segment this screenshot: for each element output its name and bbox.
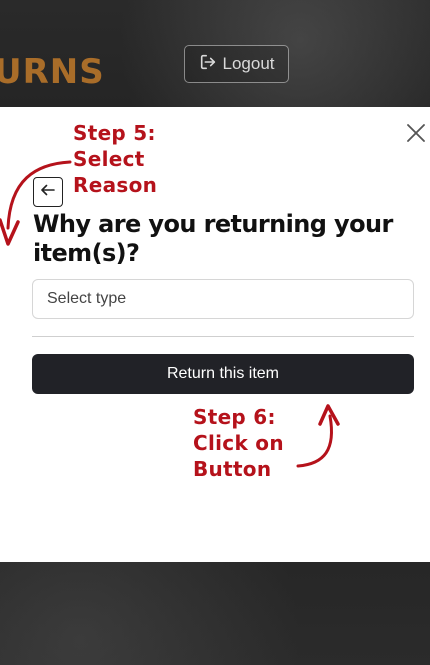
return-reason-select[interactable]: Select type [32,279,414,319]
divider [32,336,414,337]
annotation-step5: Step 5: Select Reason [73,121,158,197]
logout-icon [199,53,217,76]
select-placeholder: Select type [47,290,127,307]
logout-button[interactable]: Logout [184,45,289,83]
modal-heading: Why are you returning your item(s)? [33,210,393,267]
close-icon[interactable] [404,121,428,145]
annotation-step6: Step 6: Click on Button [193,405,284,481]
annotation-arrow-step5 [0,160,72,246]
annotation-arrow-step6 [296,404,340,468]
brand-logo-text: URNS [0,52,105,92]
logout-label: Logout [222,54,275,73]
return-item-button[interactable]: Return this item [32,354,414,394]
